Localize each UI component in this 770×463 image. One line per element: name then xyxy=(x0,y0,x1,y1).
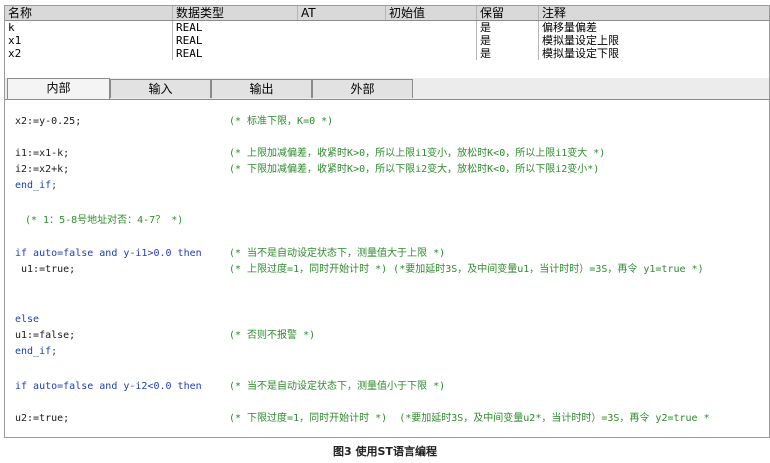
code-line[interactable]: i2:=x2+k; xyxy=(15,164,69,176)
cell-retain[interactable]: 是 xyxy=(476,47,538,60)
figure-caption: 图3 使用ST语言编程 xyxy=(333,445,437,458)
variable-tabs: 内部 输入 输出 外部 xyxy=(5,78,769,100)
code-line[interactable]: end_if; xyxy=(15,346,57,358)
header-comment[interactable]: 注释 xyxy=(538,6,769,20)
cell-name[interactable]: x2 xyxy=(5,47,172,60)
code-comment[interactable]: (* 1：5-8号地址对否：4-7？ *) xyxy=(25,215,183,227)
cell-retain[interactable]: 是 xyxy=(476,21,538,34)
header-name[interactable]: 名称 xyxy=(5,6,172,20)
cell-comment[interactable]: 模拟量设定下限 xyxy=(538,47,769,60)
code-comment[interactable]: (* 当不是自动设定状态下，测量值大于上限 *) xyxy=(229,248,445,260)
code-comment[interactable]: (* 下限加减偏差，收紧时K>0，所以下限i2变大，放松时K<0，所以下限i2变… xyxy=(229,164,599,176)
cell-datatype[interactable]: REAL xyxy=(172,34,297,47)
code-comment[interactable]: (* 否则不报警 *) xyxy=(229,330,315,342)
cell-datatype[interactable]: REAL xyxy=(172,21,297,34)
table-header: 名称 数据类型 AT 初始值 保留 注释 xyxy=(5,6,769,21)
code-line[interactable]: u2:=true; xyxy=(15,413,69,425)
code-comment[interactable]: (* 上限加减偏差，收紧时K>0，所以上限i1变小，放松时K<0，所以上限i1变… xyxy=(229,148,605,160)
header-datatype[interactable]: 数据类型 xyxy=(172,6,297,20)
code-line[interactable]: else xyxy=(15,314,39,326)
cell-datatype[interactable]: REAL xyxy=(172,47,297,60)
st-code-editor[interactable]: x2:=y-0.25; (* 标准下限，K=0 *) i1:=x1-k; (* … xyxy=(5,101,769,437)
code-comment[interactable]: (* 下限过度=1，同时开始计时 *) (*要加延时3S，及中间变量u2*，当计… xyxy=(229,413,710,425)
table-row[interactable]: x1 REAL 是 模拟量设定上限 xyxy=(5,34,769,47)
cell-retain[interactable]: 是 xyxy=(476,34,538,47)
header-retain[interactable]: 保留 xyxy=(476,6,538,20)
code-line[interactable]: x2:=y-0.25; xyxy=(15,116,81,128)
cell-name[interactable]: x1 xyxy=(5,34,172,47)
tab-input[interactable]: 输入 xyxy=(110,79,211,98)
tab-external[interactable]: 外部 xyxy=(312,79,413,98)
code-comment[interactable]: (* 当不是自动设定状态下，测量值小于下限 *) xyxy=(229,381,445,393)
program-editor-window: 名称 数据类型 AT 初始值 保留 注释 k REAL 是 偏移量偏差 x1 R… xyxy=(4,5,770,438)
code-line[interactable]: u1:=true; xyxy=(15,264,75,276)
tab-internal[interactable]: 内部 xyxy=(7,78,110,99)
cell-comment[interactable]: 偏移量偏差 xyxy=(538,21,769,34)
header-at[interactable]: AT xyxy=(297,6,385,20)
code-line[interactable]: u1:=false; xyxy=(15,330,75,342)
code-line[interactable]: if auto=false and y-i1>0.0 then xyxy=(15,248,202,260)
code-comment[interactable]: (* 上限过度=1，同时开始计时 *) (*要加延时3S，及中间变量u1，当计时… xyxy=(229,264,704,276)
code-comment[interactable]: (* 标准下限，K=0 *) xyxy=(229,116,333,128)
cell-name[interactable]: k xyxy=(5,21,172,34)
code-line[interactable]: i1:=x1-k; xyxy=(15,148,69,160)
header-initial-value[interactable]: 初始值 xyxy=(385,6,476,20)
code-line[interactable]: end_if; xyxy=(15,180,57,192)
table-row[interactable]: k REAL 是 偏移量偏差 xyxy=(5,21,769,34)
cell-comment[interactable]: 模拟量设定上限 xyxy=(538,34,769,47)
tab-output[interactable]: 输出 xyxy=(211,79,312,98)
code-line[interactable]: if auto=false and y-i2<0.0 then xyxy=(15,381,202,393)
table-row[interactable]: x2 REAL 是 模拟量设定下限 xyxy=(5,47,769,60)
